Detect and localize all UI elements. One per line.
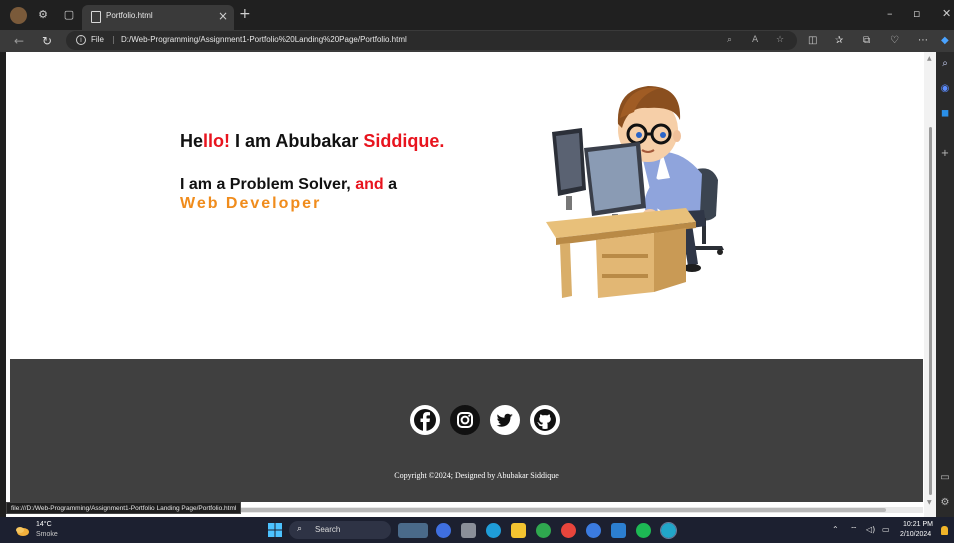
info-icon[interactable]: i xyxy=(76,35,86,45)
volume-icon[interactable]: ◁) xyxy=(866,524,875,536)
split-screen-icon[interactable]: ◫ xyxy=(808,35,817,47)
tagline-highlight: and xyxy=(355,176,384,193)
copilot-icon[interactable]: ◆ xyxy=(941,35,949,47)
footer xyxy=(10,359,923,502)
twitter-icon xyxy=(496,413,513,427)
close-window-icon[interactable]: ✕ xyxy=(942,8,951,20)
collections-icon[interactable]: ⧉ xyxy=(863,35,870,47)
copilot-sidebar-icon[interactable]: ◉ xyxy=(939,83,951,95)
browser-essentials-icon[interactable]: ♡ xyxy=(890,35,899,47)
greeting-name: Siddique. xyxy=(363,131,445,151)
browser-tab-bar: ⚙ ▢ Portfolio.html × + – ▫ ✕ xyxy=(0,0,954,30)
weather-icon[interactable] xyxy=(14,523,30,537)
search-icon: ⌕ xyxy=(297,524,303,534)
close-tab-icon[interactable]: × xyxy=(218,9,228,23)
wifi-icon[interactable]: ⌔ xyxy=(850,524,858,536)
greeting-part: I am Abubakar xyxy=(230,131,364,151)
github-link[interactable] xyxy=(530,405,560,435)
hero-greeting: Hello! I am Abubakar Siddique. xyxy=(180,131,444,152)
copyright-text: Copyright ©2024; Designed by Abubakar Si… xyxy=(394,471,559,480)
back-icon[interactable]: ← xyxy=(14,33,24,49)
chrome-icon[interactable] xyxy=(536,523,551,538)
restore-icon[interactable]: ▫ xyxy=(913,8,920,20)
minimize-icon[interactable]: – xyxy=(887,8,893,20)
hide-sidebar-icon[interactable]: ▭ xyxy=(939,472,951,484)
read-aloud-icon[interactable]: A xyxy=(752,35,758,46)
outlook-icon[interactable]: ◼ xyxy=(939,108,951,120)
page-viewport: Hello! I am Abubakar Siddique. I am a Pr… xyxy=(6,52,936,517)
windows-start-icon[interactable] xyxy=(268,523,282,537)
task-view-icon[interactable] xyxy=(461,523,476,538)
edge-active-icon[interactable] xyxy=(660,522,677,539)
weather-temperature[interactable]: 14°C xyxy=(36,521,52,528)
notification-bell-icon[interactable] xyxy=(941,526,948,535)
github-icon xyxy=(534,409,556,431)
workspaces-icon[interactable]: ⚙ xyxy=(36,8,50,22)
address-bar[interactable]: i File | D:/Web-Programming/Assignment1-… xyxy=(66,31,797,50)
weather-condition[interactable]: Smoke xyxy=(36,531,58,538)
hero-section: Hello! I am Abubakar Siddique. I am a Pr… xyxy=(6,52,923,358)
vscode-icon[interactable] xyxy=(611,523,626,538)
vertical-scroll-thumb[interactable] xyxy=(929,127,932,495)
developer-illustration xyxy=(546,86,724,298)
show-hidden-icons-icon[interactable]: ⌃ xyxy=(832,524,839,536)
scroll-up-arrow-icon[interactable]: ▲ xyxy=(927,55,932,62)
instagram-link[interactable] xyxy=(450,405,480,435)
profile-avatar[interactable] xyxy=(10,7,27,24)
sidebar-settings-icon[interactable]: ⚙ xyxy=(939,497,951,509)
vertical-scrollbar[interactable]: ▲ ▼ xyxy=(924,52,936,517)
file-explorer-icon[interactable] xyxy=(511,523,526,538)
facebook-link[interactable] xyxy=(410,405,440,435)
tab-actions-icon[interactable]: ▢ xyxy=(62,8,76,22)
tab-portfolio[interactable]: Portfolio.html × xyxy=(82,5,234,30)
favorites-icon[interactable]: ✰ xyxy=(835,35,843,47)
address-bar-row: ← ↻ i File | D:/Web-Programming/Assignme… xyxy=(0,30,954,52)
greeting-highlight: llo! xyxy=(203,131,231,151)
document-icon xyxy=(91,11,101,23)
url-separator: | xyxy=(112,35,115,44)
browser-sidebar: ⌕ ◉ ◼ + ▭ ⚙ xyxy=(936,52,954,517)
more-options-icon[interactable]: ⋯ xyxy=(918,35,928,47)
url-scheme: File xyxy=(91,35,104,44)
spotify-icon[interactable] xyxy=(636,523,651,538)
refresh-icon[interactable]: ↻ xyxy=(42,33,52,49)
hero-tagline: I am a Problem Solver, and a xyxy=(180,176,397,194)
search-label: Search xyxy=(315,525,341,534)
meet-icon[interactable] xyxy=(436,523,451,538)
chrome-profile-2-icon[interactable] xyxy=(586,523,601,538)
status-bar-url: file:///D:/Web-Programming/Assignment1-P… xyxy=(6,502,242,514)
scroll-down-arrow-icon[interactable]: ▼ xyxy=(927,499,932,506)
chrome-profile-icon[interactable] xyxy=(561,523,576,538)
zoom-icon[interactable]: ⌕ xyxy=(727,35,732,46)
facebook-icon xyxy=(414,409,436,431)
new-tab-button[interactable]: + xyxy=(239,7,251,21)
clock-time[interactable]: 10:21 PM xyxy=(903,521,933,528)
favorite-star-icon[interactable]: ☆ xyxy=(776,35,784,46)
tab-title: Portfolio.html xyxy=(106,11,153,20)
edge-icon[interactable] xyxy=(486,523,501,538)
tagline-part: I am a Problem Solver, xyxy=(180,176,356,193)
clock-date[interactable]: 2/10/2024 xyxy=(900,531,931,538)
search-icon[interactable]: ⌕ xyxy=(939,58,951,70)
search-highlight-icon[interactable] xyxy=(398,523,428,538)
instagram-icon xyxy=(457,412,473,428)
taskbar: 14°C Smoke ⌕ Search ⌃ ⌔ ◁) ▭ 10:21 PM 2/… xyxy=(0,517,954,543)
url-text[interactable]: D:/Web-Programming/Assignment1-Portfolio… xyxy=(121,35,407,44)
battery-icon[interactable]: ▭ xyxy=(882,524,890,536)
twitter-link[interactable] xyxy=(490,405,520,435)
add-sidebar-app-icon[interactable]: + xyxy=(939,148,951,160)
hero-role: Web Developer xyxy=(180,195,322,212)
tagline-part: a xyxy=(383,176,397,193)
greeting-part: He xyxy=(180,131,204,151)
taskbar-search[interactable]: ⌕ Search xyxy=(289,521,391,539)
